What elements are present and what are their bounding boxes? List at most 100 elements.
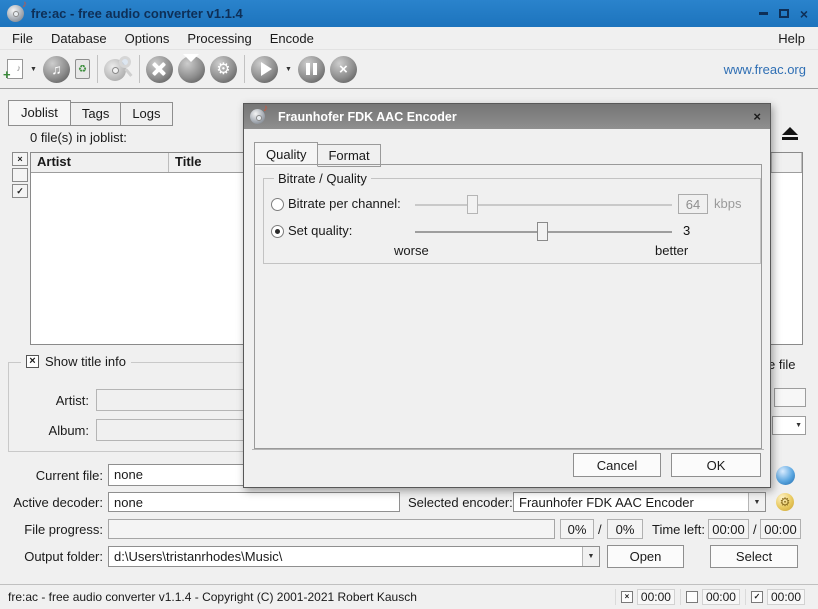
file-progress-bar [108,519,555,539]
show-title-info-label: Show title info [45,354,126,369]
select-all-button[interactable]: × [12,152,28,166]
tools-icon [146,56,173,83]
timer-unselected: 00:00 [680,589,745,605]
column-header-artist[interactable]: Artist [31,153,169,172]
toolbar: + ♪ ▼ ♫ ♻ ⚙ [0,50,818,89]
file-progress-percent: 0% [560,519,594,539]
chevron-down-icon[interactable]: ▼ [748,493,765,511]
maximize-icon[interactable] [779,9,789,18]
dialog-title: Fraunhofer FDK AAC Encoder [278,110,457,124]
file-progress-label: File progress: [8,522,103,537]
status-text: fre:ac - free audio converter v1.1.4 - C… [8,590,615,604]
active-decoder-label: Active decoder: [8,495,103,510]
add-files-button[interactable]: + ♪ [7,59,23,79]
output-folder-dropdown[interactable]: d:\Users\tristanrhodes\Music\ ▼ [108,546,600,567]
output-folder-label: Output folder: [8,549,103,564]
processing-settings-icon[interactable] [776,466,795,485]
encode-single-file-label-partial: e file [768,357,795,372]
bitrate-slider-handle[interactable] [467,195,478,214]
toolbar-separator [97,55,98,83]
menu-item-file[interactable]: File [3,28,42,49]
column-header-blank [772,153,802,172]
play-icon [251,56,278,83]
stop-icon: × [330,56,357,83]
timer-value: 00:00 [637,589,675,605]
toolbar-separator [139,55,140,83]
bitrate-radio[interactable] [271,198,284,211]
start-encoding-dropdown-icon[interactable]: ▼ [285,66,292,73]
freac-window: ♪ fre:ac - free audio converter v1.1.4 ×… [0,0,818,609]
minimize-icon[interactable] [759,12,768,15]
current-file-label: Current file: [8,468,103,483]
status-bar: fre:ac - free audio converter v1.1.4 - C… [0,584,818,609]
quality-radio[interactable] [271,225,284,238]
main-tab-bar: Joblist Tags Logs [8,100,173,126]
window-title: fre:ac - free audio converter v1.1.4 [31,6,243,21]
artist-label: Artist: [17,393,89,408]
app-icon: ♪ [7,5,24,22]
bitrate-value-field[interactable]: 64 [678,194,708,214]
timer-value: 00:00 [702,589,740,605]
clear-joblist-button[interactable]: ♻ [75,59,90,79]
timer-total: ✓ 00:00 [745,589,810,605]
encoder-config-button[interactable]: ⚙ [210,56,237,83]
timer-value: 00:00 [767,589,805,605]
menu-item-help[interactable]: Help [768,28,815,49]
selected-encoder-label: Selected encoder: [408,495,513,510]
start-encoding-button[interactable] [251,56,278,83]
cancel-button[interactable]: Cancel [573,453,661,477]
add-cd-button[interactable]: ♫ [43,56,70,83]
check-box-icon: ✓ [751,591,763,603]
time-left-file: 00:00 [708,519,749,539]
menu-item-options[interactable]: Options [116,28,179,49]
menu-item-database[interactable]: Database [42,28,116,49]
timer-selected: × 00:00 [615,589,680,605]
menu-item-processing[interactable]: Processing [178,28,260,49]
quality-slider-handle[interactable] [537,222,548,241]
dialog-separator [252,449,764,450]
cddb-query-button[interactable] [104,56,132,83]
dialog-app-icon: ♪ [250,109,265,124]
pause-encoding-button[interactable] [298,56,325,83]
eject-button[interactable] [777,127,803,145]
bitrate-slider-track [415,204,672,206]
selected-encoder-dropdown[interactable]: Fraunhofer FDK AAC Encoder ▼ [513,492,766,512]
music-note-icon: ♪ [22,0,27,10]
output-format-dropdown-partial[interactable]: ▼ [772,416,806,435]
select-button[interactable]: Select [710,545,798,568]
time-left-total: 00:00 [760,519,801,539]
active-decoder-field: none [108,492,400,512]
toggle-selection-button[interactable]: ✓ [12,184,28,198]
album-label: Album: [17,423,89,438]
output-filename-field-partial[interactable] [774,388,806,407]
open-button[interactable]: Open [607,545,684,568]
freac-website-link[interactable]: www.freac.org [724,62,811,77]
chevron-down-icon[interactable]: ▼ [582,547,599,566]
stop-encoding-button[interactable]: × [330,56,357,83]
signal-processing-button[interactable] [178,56,205,83]
cross-box-icon: × [621,591,633,603]
encoder-settings-icon[interactable]: ⚙ [776,493,794,511]
joblist-count: 0 file(s) in joblist: [30,130,127,145]
bitrate-quality-group: Bitrate / Quality Bitrate per channel: 6… [263,178,761,264]
worse-label: worse [394,243,429,258]
show-title-info-checkbox[interactable]: × [26,355,39,368]
dialog-close-icon[interactable]: × [750,109,764,124]
close-icon[interactable]: × [800,9,808,19]
pause-icon [298,56,325,83]
tab-joblist[interactable]: Joblist [8,100,71,126]
select-none-button[interactable] [12,168,28,182]
menu-item-encode[interactable]: Encode [261,28,323,49]
title-bar: ♪ fre:ac - free audio converter v1.1.4 × [0,0,818,27]
tab-logs[interactable]: Logs [121,102,172,126]
dialog-title-bar: ♪ Fraunhofer FDK AAC Encoder × [244,104,770,129]
menu-bar: File Database Options Processing Encode … [0,27,818,50]
add-files-dropdown-icon[interactable]: ▼ [30,66,37,73]
total-progress-percent: 0% [607,519,643,539]
tab-tags[interactable]: Tags [71,102,121,126]
quality-value: 3 [683,223,690,238]
slash-separator: / [753,522,757,537]
ok-button[interactable]: OK [671,453,761,477]
funnel-icon [178,56,205,83]
general-settings-button[interactable] [146,56,173,83]
